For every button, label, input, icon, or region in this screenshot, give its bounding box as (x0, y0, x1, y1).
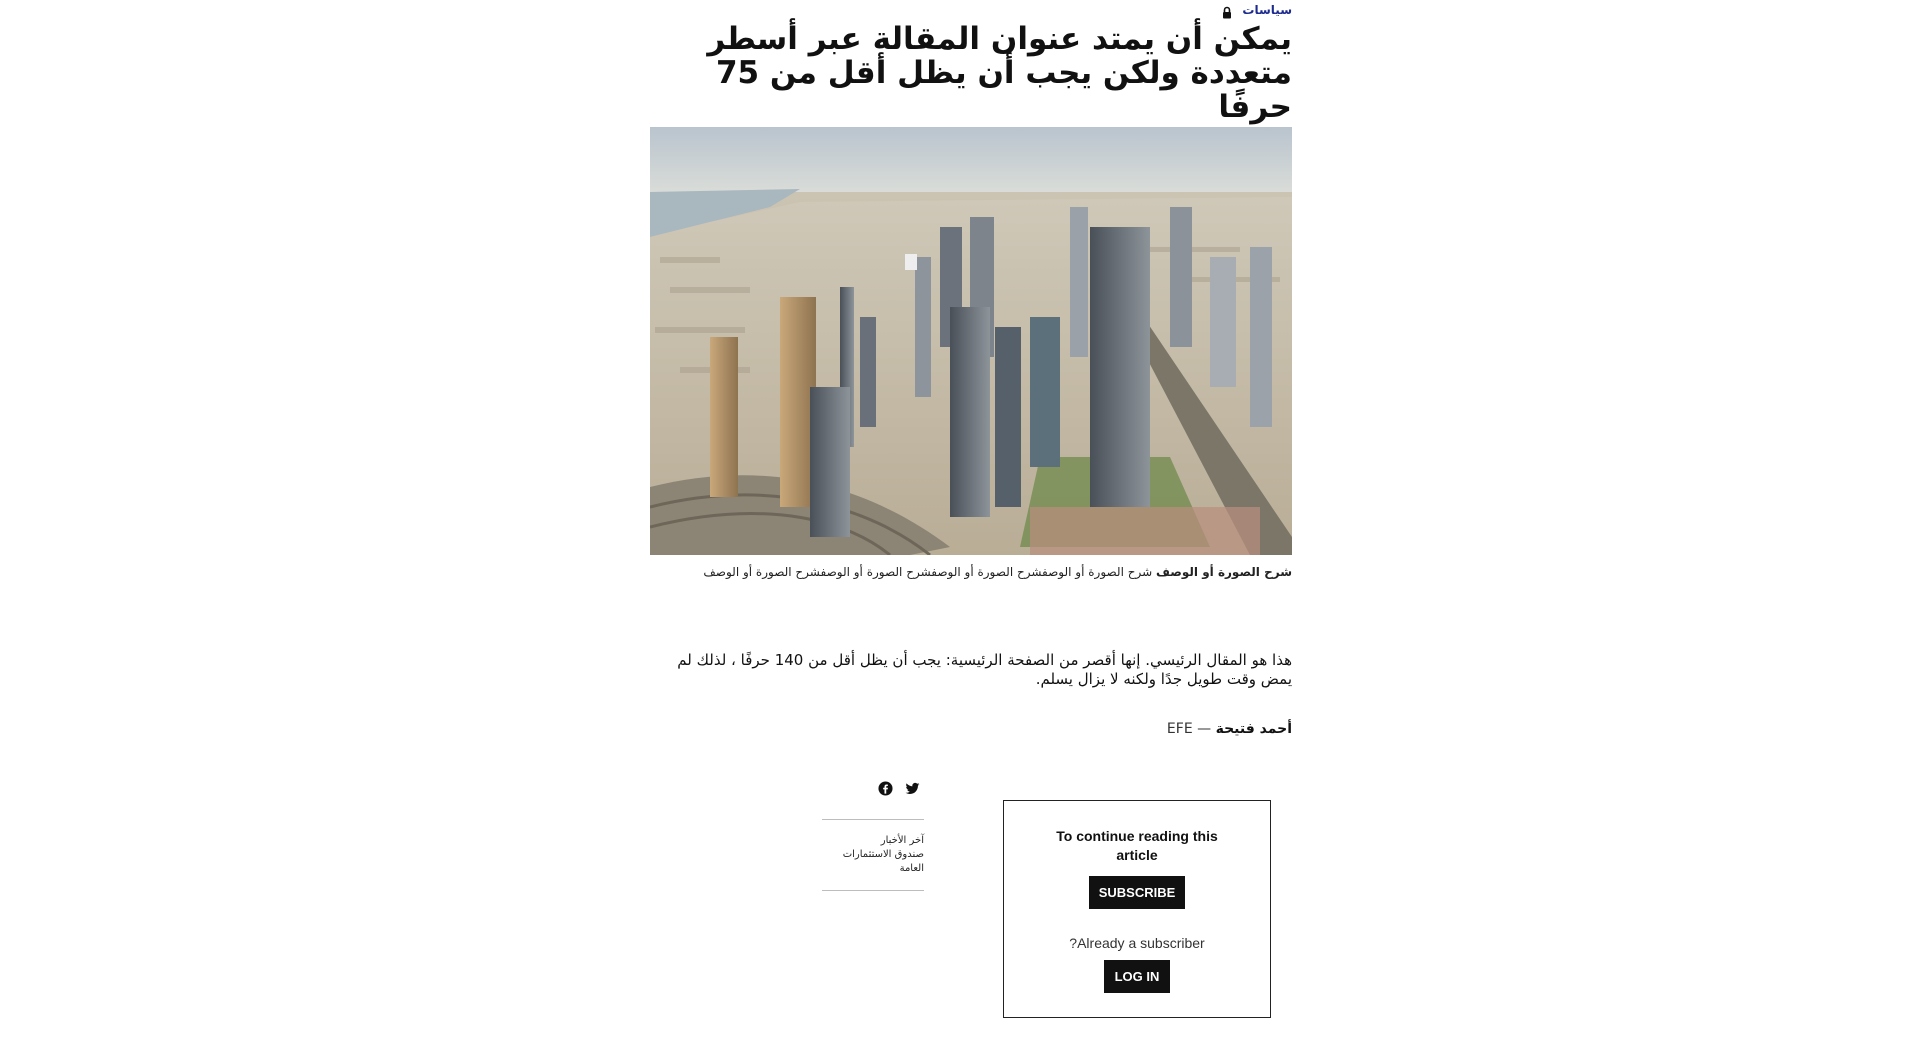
paywall-title: To continue reading this article (1056, 828, 1218, 863)
lock-icon (1222, 4, 1232, 18)
login-button[interactable]: LOG IN (1103, 960, 1171, 993)
list-item[interactable]: صندوق الاستثمارات (822, 848, 924, 862)
caption-title: شرح الصورة أو الوصف (1155, 565, 1292, 579)
facebook-icon[interactable] (878, 781, 893, 796)
latest-news-box: آخر الأخبار صندوق الاستثمارات العامة (822, 819, 924, 891)
latest-news-heading[interactable]: آخر الأخبار (822, 834, 924, 848)
image-caption: شرح الصورة أو الوصف شرح الصورة أو الوصفش… (650, 563, 1292, 581)
already-subscriber-text: ?Already a subscriber (1069, 935, 1205, 951)
paywall-box: To continue reading this article SUBSCRI… (1003, 800, 1271, 1018)
twitter-icon[interactable] (905, 781, 920, 796)
article-headline: يمكن أن يمتد عنوان المقالة عبر أسطر متعد… (707, 21, 1292, 125)
caption-text: شرح الصورة أو الوصفشرح الصورة أو الوصفشر… (703, 565, 1156, 579)
section-label[interactable]: سياسات (1242, 3, 1292, 17)
list-item[interactable]: العامة (822, 862, 924, 876)
share-bar (878, 781, 920, 796)
subscribe-button[interactable]: SUBSCRIBE (1088, 876, 1186, 909)
article-lede: هذا هو المقال الرئيسي. إنها أقصر من الصف… (677, 651, 1292, 688)
author-name[interactable]: أحمد فتيحة (1216, 721, 1292, 737)
byline: أحمد فتيحة — EFE (650, 721, 1292, 737)
hero-image (650, 127, 1292, 555)
source-name: — EFE (1166, 721, 1216, 737)
section-kicker[interactable]: سياسات (1222, 3, 1292, 18)
